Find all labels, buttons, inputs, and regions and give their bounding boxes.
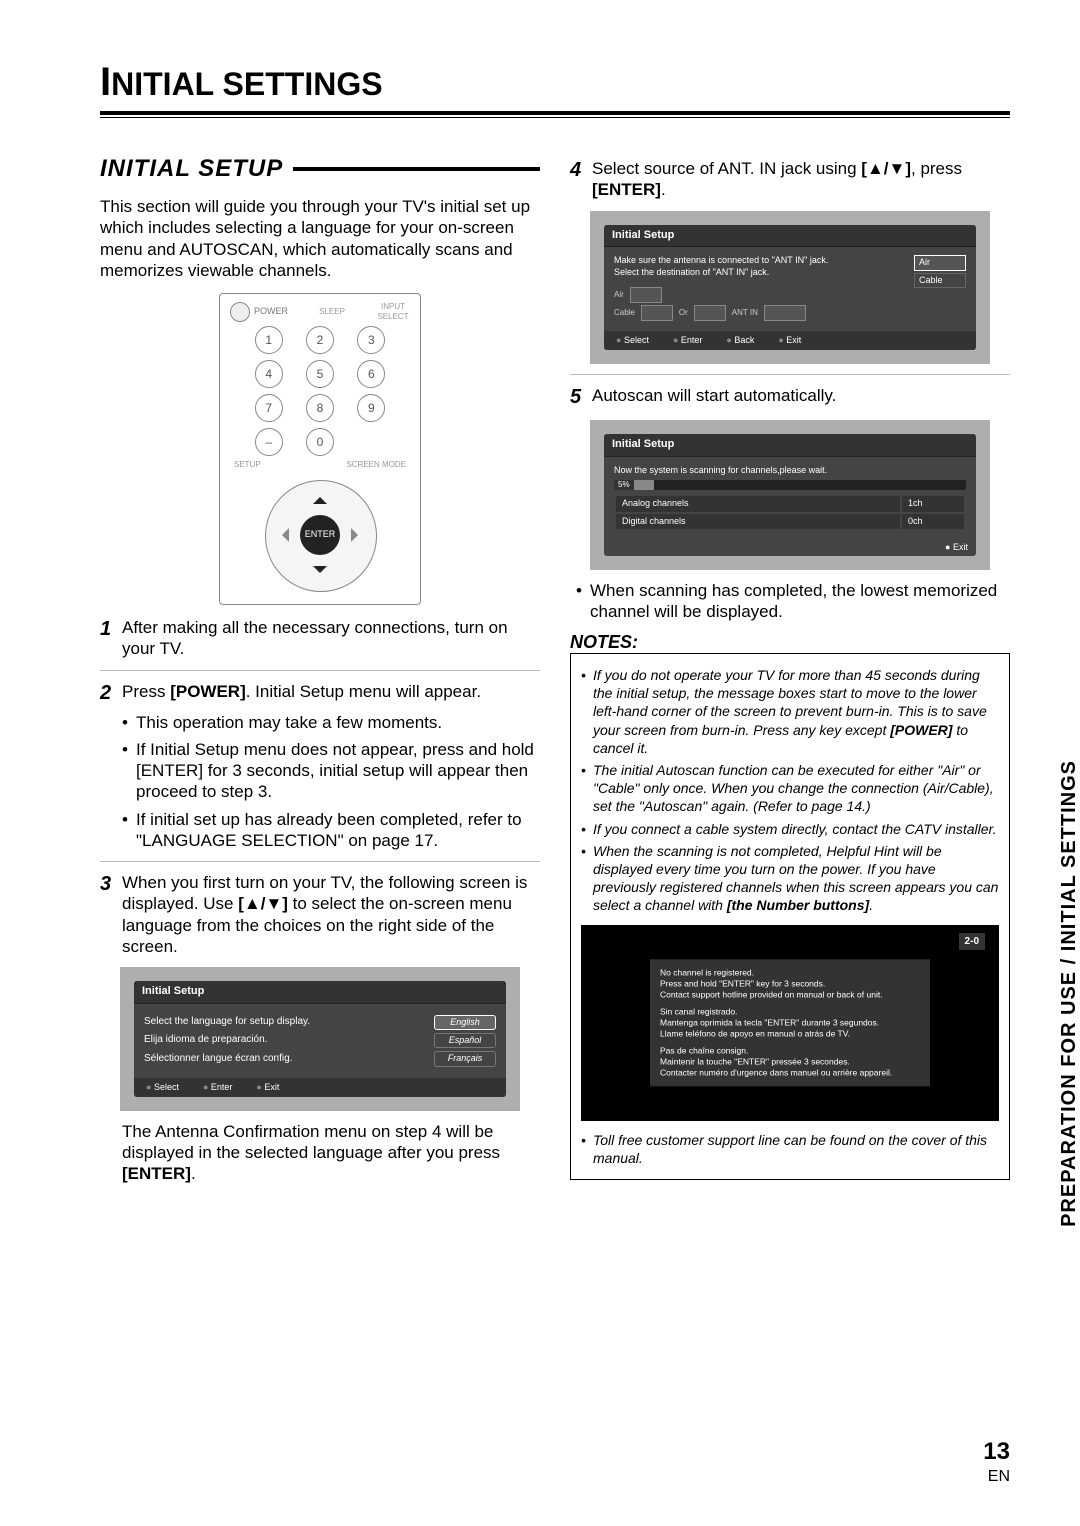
right-column: 4 Select source of ANT. IN jack using [▲… — [570, 148, 1010, 1185]
dpad: ENTER — [265, 480, 375, 590]
step-3: 3 When you first turn on your TV, the fo… — [100, 872, 540, 957]
osd-language-dialog: Initial Setup Select the language for se… — [120, 967, 520, 1111]
chapter-initial: I — [100, 60, 111, 104]
manual-page: PREPARATION FOR USE / INITIAL SETTINGS 1… — [0, 0, 1080, 1526]
remote-diagram: POWER SLEEP INPUT SELECT 1 2 3 4 5 6 7 8… — [219, 293, 421, 605]
section-bar: INITIAL SETUP — [100, 154, 540, 184]
osd-source-dialog: Initial Setup Air Cable Make sure the an… — [590, 211, 990, 364]
right-arrow-icon — [351, 528, 365, 542]
intro-paragraph: This section will guide you through your… — [100, 196, 540, 281]
down-arrow-icon — [313, 566, 327, 580]
chapter-heading: INITIAL SETTINGS — [100, 60, 1010, 118]
up-arrow-icon — [313, 490, 327, 504]
channel-label: 2-0 — [959, 933, 985, 950]
page-footer: 13 EN — [983, 1438, 1010, 1486]
step-3-after: The Antenna Confirmation menu on step 4 … — [122, 1121, 540, 1185]
notes-heading: NOTES: — [570, 631, 1010, 654]
left-column: INITIAL SETUP This section will guide yo… — [100, 148, 540, 1185]
step-4: 4 Select source of ANT. IN jack using [▲… — [570, 158, 1010, 201]
section-tab: PREPARATION FOR USE / INITIAL SETTINGS — [1058, 760, 1080, 1227]
chapter-title-text: NITIAL SETTINGS — [111, 66, 382, 102]
step-2: 2 Press [POWER]. Initial Setup menu will… — [100, 681, 540, 706]
page-language: EN — [983, 1468, 1010, 1486]
notes-box: If you do not operate your TV for more t… — [570, 653, 1010, 1180]
left-arrow-icon — [275, 528, 289, 542]
number-pad: 1 2 3 4 5 6 7 8 9 – 0 — [246, 326, 394, 456]
section-title: INITIAL SETUP — [100, 154, 293, 184]
power-button-icon — [230, 302, 250, 322]
enter-button: ENTER — [300, 515, 340, 555]
page-number: 13 — [983, 1438, 1010, 1466]
osd-autoscan-dialog: Initial Setup Now the system is scanning… — [590, 420, 990, 570]
step-5: 5 Autoscan will start automatically. — [570, 385, 1010, 410]
step-2-bullets: This operation may take a few moments. I… — [122, 712, 540, 852]
step-1: 1 After making all the necessary connect… — [100, 617, 540, 660]
helpful-hint-screen: 2-0 No channel is registered.Press and h… — [581, 925, 999, 1121]
